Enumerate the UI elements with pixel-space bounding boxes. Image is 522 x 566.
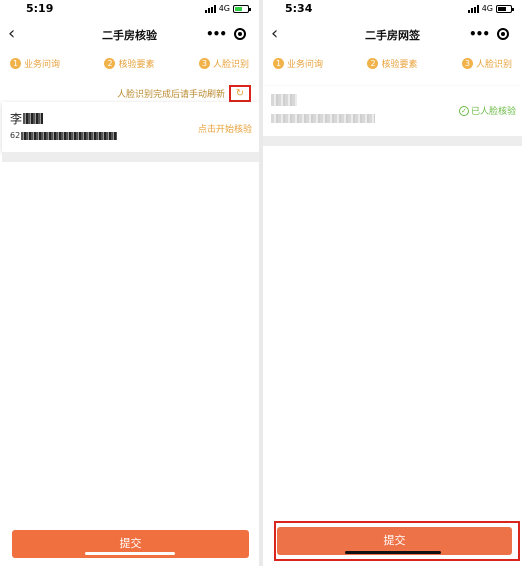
refresh-icon[interactable]: ↻ [229, 85, 251, 102]
mini-program-capsule: ••• [201, 24, 251, 44]
step-label: 业务问询 [24, 59, 61, 70]
more-icon[interactable]: ••• [469, 27, 490, 41]
network-label: 4G [218, 4, 230, 13]
check-circle-icon: ✓ [458, 105, 469, 116]
step-label: 核验要素 [381, 59, 418, 70]
name-redaction [271, 94, 297, 106]
step-2: 2 核验要素 [367, 55, 418, 71]
section-divider [263, 136, 522, 146]
left-screen: 5:19 4G ‹ 二手房核验 ••• 1 业务问询 2 核验要素 3 人脸识别… [0, 0, 259, 566]
step-1: 1 业务问询 [10, 55, 60, 71]
home-indicator [85, 552, 175, 555]
status-bar: 5:34 4G [263, 0, 522, 18]
id-redaction [271, 114, 375, 123]
name-prefix: 李 [10, 112, 23, 126]
step-indicator: 1 业务问询 2 核验要素 3 人脸识别 [263, 55, 522, 71]
id-redaction [21, 131, 118, 140]
signal-icon [204, 4, 216, 13]
status-bar: 5:19 4G [0, 0, 259, 18]
step-3: 3 人脸识别 [461, 55, 512, 71]
refresh-row: 人脸识别完成后请手动刷新 ↻ [117, 85, 251, 102]
signal-icon [467, 4, 479, 13]
close-target-icon[interactable] [234, 28, 246, 40]
status-icons: 4G [467, 4, 514, 13]
step-indicator: 1 业务问询 2 核验要素 3 人脸识别 [0, 55, 259, 71]
person-name: 李 [10, 110, 44, 127]
step-number: 2 [104, 57, 116, 69]
person-id: 62 [10, 131, 118, 140]
refresh-hint: 人脸识别完成后请手动刷新 [116, 90, 225, 100]
step-3: 3 人脸识别 [198, 55, 249, 71]
close-target-icon[interactable] [497, 28, 509, 40]
verified-label: 已人脸核验 [470, 107, 516, 117]
battery-icon [496, 4, 514, 13]
start-verify-link[interactable]: 点击开始核验 [198, 122, 252, 135]
step-number: 2 [367, 57, 379, 69]
person-card[interactable]: 李 62 点击开始核验 [2, 102, 259, 152]
name-redaction [23, 113, 44, 124]
right-screen: 5:34 4G ‹ 二手房网签 ••• 1 业务问询 2 核验要素 3 人脸识别 [263, 0, 522, 566]
step-label: 人脸识别 [475, 59, 512, 70]
submit-highlight-annotation [274, 521, 520, 561]
step-2: 2 核验要素 [104, 55, 155, 71]
id-prefix: 62 [10, 131, 21, 140]
status-icons: 4G [204, 4, 251, 13]
nav-bar: ‹ 二手房核验 ••• [0, 20, 259, 50]
step-label: 核验要素 [118, 59, 155, 70]
mini-program-capsule: ••• [464, 24, 514, 44]
step-number: 3 [198, 57, 210, 69]
more-icon[interactable]: ••• [206, 27, 227, 41]
step-number: 1 [10, 57, 21, 69]
person-card[interactable]: ✓ 已人脸核验 [263, 86, 522, 136]
network-label: 4G [481, 4, 493, 13]
step-number: 1 [273, 57, 284, 69]
step-label: 业务问询 [287, 59, 324, 70]
section-divider [2, 152, 259, 162]
step-label: 人脸识别 [212, 59, 249, 70]
step-number: 3 [461, 57, 473, 69]
status-time: 5:34 [285, 2, 313, 15]
verified-status: ✓ 已人脸核验 [458, 104, 516, 117]
battery-icon [233, 4, 251, 13]
status-time: 5:19 [26, 2, 54, 15]
step-1: 1 业务问询 [273, 55, 323, 71]
nav-bar: ‹ 二手房网签 ••• [263, 20, 522, 50]
